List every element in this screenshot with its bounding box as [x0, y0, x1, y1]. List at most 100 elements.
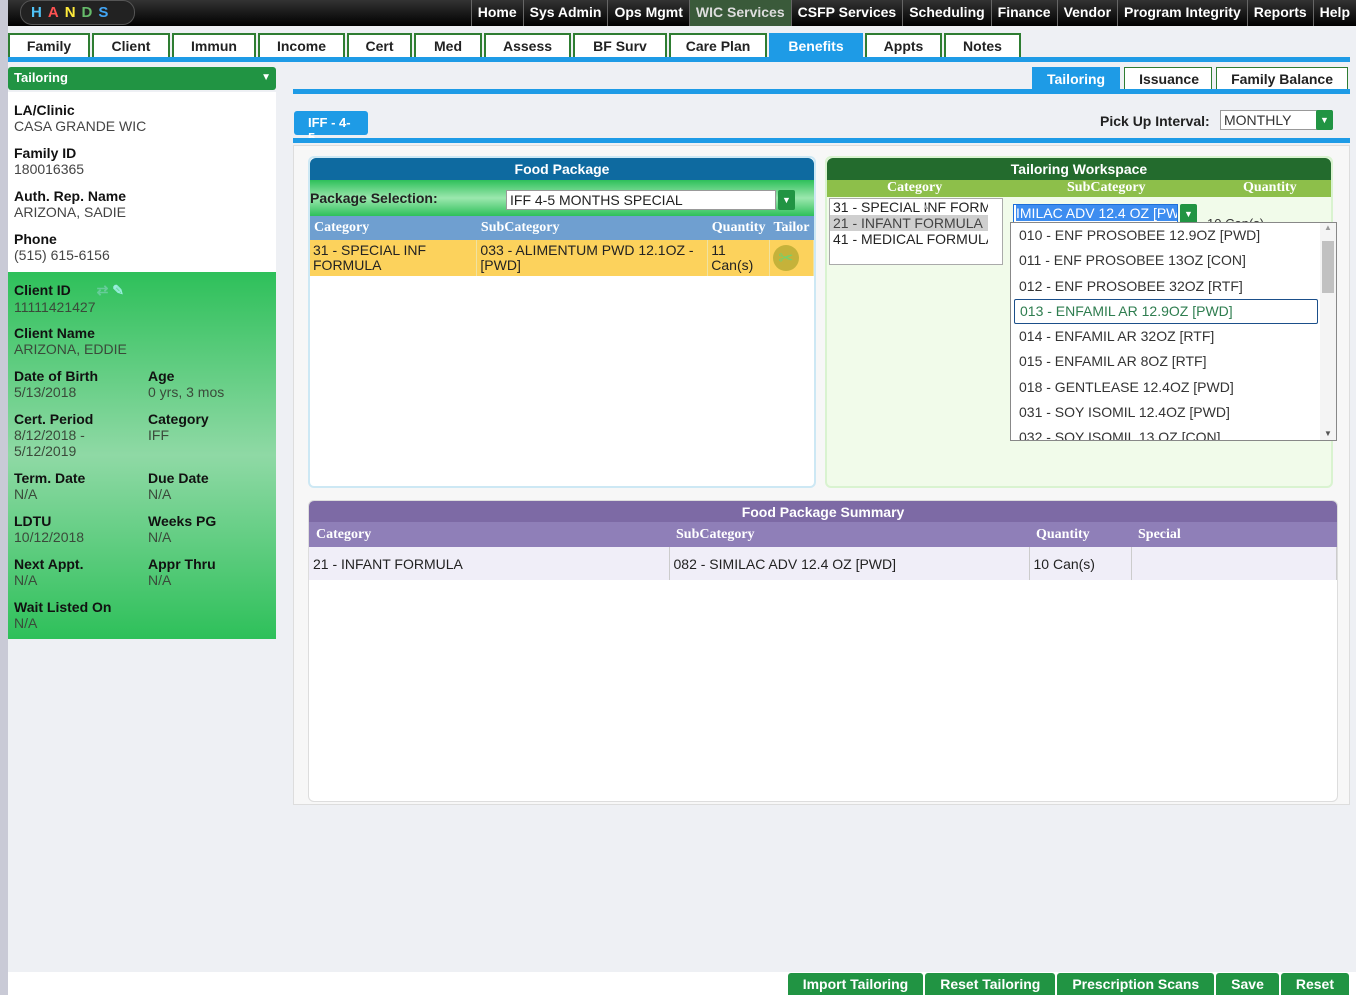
label: Term. Date: [14, 470, 86, 486]
reset-tailoring-button[interactable]: Reset Tailoring: [925, 973, 1056, 995]
col-subcategory: SubCategory: [476, 216, 708, 240]
workspace-columns: Category SubCategory Quantity: [827, 180, 1331, 197]
nav-reports[interactable]: Reports: [1246, 0, 1313, 26]
tab-appts[interactable]: Appts: [865, 33, 942, 57]
tab-immun[interactable]: Immun: [172, 33, 256, 57]
date-of-birth: Date of Birth 5/13/2018: [14, 368, 98, 400]
import-tailoring-button[interactable]: Import Tailoring: [787, 973, 924, 995]
package-selection-select[interactable]: IFF 4-5 MONTHS SPECIAL: [506, 190, 776, 210]
age: Age 0 yrs, 3 mos: [148, 368, 224, 400]
subcategory-option[interactable]: 010 - ENF PROSOBEE 12.9OZ [PWD]: [1011, 223, 1336, 248]
la-clinic: LA/Clinic CASA GRANDE WIC: [14, 102, 146, 134]
pickup-interval-value: MONTHLY: [1224, 112, 1292, 128]
wait-listed-on: Wait Listed On N/A: [14, 599, 111, 631]
table-row[interactable]: 21 - INFANT FORMULA 082 - SIMILAC ADV 12.…: [309, 547, 1337, 580]
chevron-down-icon[interactable]: ▼: [778, 190, 795, 210]
category: Category IFF: [148, 411, 209, 443]
subcategory-option[interactable]: 015 - ENFAMIL AR 8OZ [RTF]: [1011, 349, 1336, 374]
benefits-subtabs: Tailoring Issuance Family Balance: [1031, 67, 1348, 90]
subcategory-option-highlighted[interactable]: 013 - ENFAMIL AR 12.9OZ [PWD]: [1014, 298, 1318, 325]
tab-income[interactable]: Income: [258, 33, 345, 57]
prescription-scans-button[interactable]: Prescription Scans: [1057, 973, 1215, 995]
subtab-issuance[interactable]: Issuance: [1124, 67, 1213, 90]
label: Next Appt.: [14, 556, 84, 572]
tab-notes[interactable]: Notes: [944, 33, 1021, 57]
food-package-table: Category SubCategory Quantity Tailor 31 - S…: [310, 216, 814, 276]
nav-scheduling[interactable]: Scheduling: [902, 0, 990, 26]
nav-program-integrity[interactable]: Program Integrity: [1117, 0, 1247, 26]
subcategory-option[interactable]: 032 - SOY ISOMIL 13 OZ [CON]: [1011, 425, 1336, 440]
next-appt: Next Appt. N/A: [14, 556, 83, 588]
tab-med[interactable]: Med: [414, 33, 482, 57]
tab-family[interactable]: Family: [8, 33, 90, 57]
package-selection-value: IFF 4-5 MONTHS SPECIAL: [510, 192, 683, 208]
tab-cert[interactable]: Cert: [347, 33, 412, 57]
subcategory-value: IMILAC ADV 12.4 OZ [PWD]: [1016, 205, 1177, 221]
cert-period: Cert. Period 8/12/2018 - 5/12/2019: [14, 411, 114, 459]
subcategory-option[interactable]: 018 - GENTLEASE 12.4OZ [PWD]: [1011, 375, 1336, 400]
nav-help[interactable]: Help: [1312, 0, 1356, 26]
category-listbox[interactable]: 31 - SPECIAL INF FORMULA 21 - INFANT FOR…: [829, 198, 1003, 265]
hands-logo[interactable]: HANDS: [20, 0, 135, 25]
value: ARIZONA, SADIE: [14, 204, 127, 220]
label: Auth. Rep. Name: [14, 188, 127, 204]
nav-vendor[interactable]: Vendor: [1056, 0, 1117, 26]
cell-category: 21 - INFANT FORMULA: [309, 547, 670, 580]
iff-package-button[interactable]: IFF - 4-5: [294, 111, 368, 145]
sidebar-view-dropdown[interactable]: Tailoring ▼: [8, 67, 276, 90]
label: LA/Clinic: [14, 102, 75, 118]
value: N/A: [148, 529, 172, 545]
reset-button[interactable]: Reset: [1280, 973, 1349, 995]
top-bar: HANDS Home Sys Admin Ops Mgmt WIC Servic…: [8, 0, 1356, 26]
col-quantity: Quantity: [707, 216, 770, 240]
nav-sys-admin[interactable]: Sys Admin: [522, 0, 608, 26]
tab-care-plan[interactable]: Care Plan: [669, 33, 767, 57]
chevron-down-icon[interactable]: ▼: [1180, 204, 1197, 224]
chevron-down-icon[interactable]: ▼: [1316, 110, 1333, 130]
nav-csfp-services[interactable]: CSFP Services: [790, 0, 903, 26]
value: 180016365: [14, 161, 85, 177]
listbox-scrollbar[interactable]: ▲▼: [844, 199, 1002, 215]
table-row[interactable]: 31 - SPECIAL INF FORMULA 033 - ALIMENTUM …: [310, 240, 814, 276]
category-option[interactable]: 41 - MEDICAL FORMULA: [830, 231, 988, 247]
nav-wic-services[interactable]: WIC Services: [688, 0, 791, 26]
subcategory-option[interactable]: 014 - ENFAMIL AR 32OZ [RTF]: [1011, 324, 1336, 349]
subcategory-option[interactable]: 031 - SOY ISOMIL 12.4OZ [PWD]: [1011, 400, 1336, 425]
col-quantity: Quantity: [1243, 180, 1297, 195]
tabs-divider: [8, 57, 1350, 62]
nav-finance[interactable]: Finance: [990, 0, 1057, 26]
subcategory-option[interactable]: 012 - ENF PROSOBEE 32OZ [RTF]: [1011, 274, 1336, 299]
nav-home[interactable]: Home: [470, 0, 523, 26]
tab-benefits[interactable]: Benefits: [769, 33, 863, 57]
nav-ops-mgmt[interactable]: Ops Mgmt: [607, 0, 688, 26]
label: Category: [148, 411, 209, 427]
save-button[interactable]: Save: [1216, 973, 1279, 995]
family-id: Family ID 180016365: [14, 145, 84, 177]
package-selection-row: Package Selection: IFF 4-5 MONTHS SPECIA…: [310, 180, 814, 216]
summary-table: Category SubCategory Quantity Special 21 - …: [309, 522, 1337, 580]
appr-thru: Appr Thru N/A: [148, 556, 216, 588]
subcategory-select[interactable]: IMILAC ADV 12.4 OZ [PWD]: [1013, 204, 1178, 223]
scissors-icon[interactable]: ✂: [772, 245, 799, 271]
transfer-icon[interactable]: ⇄: [97, 282, 109, 298]
cell-quantity: 10 Can(s): [1029, 547, 1132, 580]
edit-icon[interactable]: ✎: [112, 282, 124, 298]
tab-bf-surv[interactable]: BF Surv: [573, 33, 667, 57]
label: Wait Listed On: [14, 599, 112, 615]
dropdown-scrollbar[interactable]: ▲ ▼: [1320, 223, 1336, 440]
subtab-tailoring[interactable]: Tailoring: [1031, 67, 1121, 90]
subcategory-option[interactable]: 011 - ENF PROSOBEE 13OZ [CON]: [1011, 248, 1336, 273]
action-buttons: Import Tailoring Reset Tailoring Prescri…: [787, 973, 1349, 995]
label: Weeks PG: [148, 513, 217, 529]
client-info-panel: Client ID ⇄ ✎ 11111421427 Client Name ARIZ…: [8, 272, 276, 639]
subtab-family-balance[interactable]: Family Balance: [1216, 67, 1348, 90]
tab-assess[interactable]: Assess: [484, 33, 571, 57]
tab-client[interactable]: Client: [92, 33, 170, 57]
sidebar-dropdown-value: Tailoring: [14, 70, 68, 85]
category-option-selected[interactable]: 21 - INFANT FORMULA: [830, 215, 988, 231]
value: ARIZONA, EDDIE: [14, 341, 127, 357]
col-tailor: Tailor: [769, 216, 814, 240]
scrollbar-thumb[interactable]: [1322, 241, 1334, 293]
label: Phone: [14, 231, 57, 247]
summary-title: Food Package Summary: [309, 501, 1337, 522]
